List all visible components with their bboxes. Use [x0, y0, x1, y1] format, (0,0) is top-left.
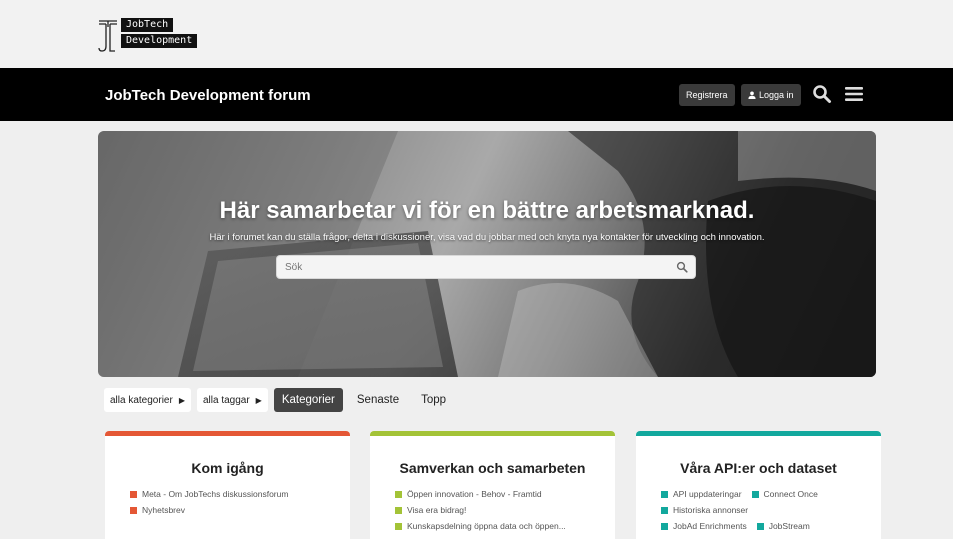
jobtech-logo[interactable]: JobTech Development: [97, 18, 198, 54]
subcategory-label: JobStream: [768, 521, 810, 531]
category-card-api-dataset[interactable]: Våra API:er och dataset API uppdateringa…: [636, 431, 881, 539]
category-badge: [395, 506, 402, 514]
login-label: Logga in: [759, 90, 794, 100]
logo-word-development: Development: [121, 34, 198, 48]
subcategory-label: Kunskapsdelning öppna data och öppen...: [407, 521, 566, 531]
subcategory-item[interactable]: Visa era bidrag!: [395, 505, 590, 515]
hero-banner: Här samarbetar vi för en bättre arbetsma…: [98, 131, 876, 377]
category-badge: [395, 490, 402, 498]
category-card-samverkan[interactable]: Samverkan och samarbeten Öppen innovatio…: [370, 431, 615, 539]
site-title[interactable]: JobTech Development forum: [105, 87, 311, 104]
category-badge: [756, 522, 764, 530]
subcategory-item[interactable]: Connect Once: [751, 489, 818, 499]
register-button[interactable]: Registrera: [679, 84, 735, 106]
subcategory-item[interactable]: Historiska annonser: [661, 505, 856, 515]
tags-dropdown-label: alla taggar: [202, 394, 250, 406]
category-color-bar: [636, 431, 881, 436]
search-input[interactable]: [277, 256, 695, 278]
subcategory-item[interactable]: Nyhetsbrev: [130, 505, 325, 515]
categories-dropdown-label: alla kategorier: [110, 394, 173, 406]
subcategory-list: Öppen innovation - Behov - Framtid Visa …: [370, 489, 615, 531]
logo-mark-icon: [98, 20, 117, 52]
category-color-bar: [105, 431, 350, 436]
caret-right-icon: ▶: [255, 395, 262, 405]
category-badge: [130, 490, 137, 498]
category-badge: [751, 490, 759, 498]
caret-right-icon: ▶: [178, 395, 185, 405]
category-badge: [395, 522, 402, 530]
category-badge: [661, 522, 668, 530]
subcategory-list: Meta - Om JobTechs diskussionsforum Nyhe…: [105, 489, 350, 515]
category-nav: alla kategorier ▶ alla taggar ▶ Kategori…: [104, 388, 454, 412]
search-icon[interactable]: [810, 82, 834, 106]
login-button[interactable]: Logga in: [741, 84, 801, 106]
category-title[interactable]: Kom igång: [105, 460, 350, 476]
search-icon[interactable]: [676, 261, 688, 273]
category-badge: [130, 506, 137, 514]
subcategory-label: Visa era bidrag!: [407, 505, 467, 515]
subcategory-item[interactable]: JobAd Enrichments: [661, 521, 747, 531]
tags-dropdown[interactable]: alla taggar ▶: [196, 388, 268, 412]
tab-latest[interactable]: Senaste: [349, 388, 407, 412]
hero-title: Här samarbetar vi för en bättre arbetsma…: [219, 197, 755, 224]
categories-dropdown[interactable]: alla kategorier ▶: [104, 388, 191, 412]
category-badge: [661, 490, 668, 498]
subcategory-label: JobAd Enrichments: [673, 521, 747, 531]
category-card-kom-igang[interactable]: Kom igång Meta - Om JobTechs diskussions…: [105, 431, 350, 539]
subcategory-label: Historiska annonser: [673, 505, 749, 515]
hero-search-box: [276, 255, 696, 279]
tab-top[interactable]: Topp: [413, 388, 454, 412]
hamburger-menu-icon[interactable]: [842, 82, 866, 106]
logo-word-jobtech: JobTech: [121, 18, 174, 32]
subcategory-label: API uppdateringar: [673, 489, 742, 499]
tab-categories[interactable]: Kategorier: [273, 388, 343, 412]
category-title[interactable]: Samverkan och samarbeten: [370, 460, 615, 476]
subcategory-item[interactable]: Öppen innovation - Behov - Framtid: [395, 489, 590, 499]
category-badge: [661, 506, 668, 514]
subcategory-label: Meta - Om JobTechs diskussionsforum: [142, 489, 289, 499]
subcategory-item[interactable]: Meta - Om JobTechs diskussionsforum: [130, 489, 325, 499]
hero-background-image: [98, 131, 876, 377]
subcategory-label: Öppen innovation - Behov - Framtid: [407, 489, 542, 499]
subcategory-item[interactable]: Kunskapsdelning öppna data och öppen...: [395, 521, 590, 531]
category-color-bar: [370, 431, 615, 436]
site-header: JobTech Development forum Registrera Log…: [0, 68, 953, 121]
subcategory-label: Connect Once: [763, 489, 818, 499]
subcategory-label: Nyhetsbrev: [142, 505, 185, 515]
subcategory-list: API uppdateringar Connect Once Historisk…: [636, 489, 881, 531]
hero-subtitle: Här i forumet kan du ställa frågor, delt…: [209, 232, 765, 243]
user-icon: [748, 91, 756, 99]
logo-strip: JobTech Development: [0, 0, 953, 68]
subcategory-item[interactable]: API uppdateringar: [661, 489, 742, 499]
category-title[interactable]: Våra API:er och dataset: [636, 460, 881, 476]
subcategory-item[interactable]: JobStream: [756, 521, 810, 531]
